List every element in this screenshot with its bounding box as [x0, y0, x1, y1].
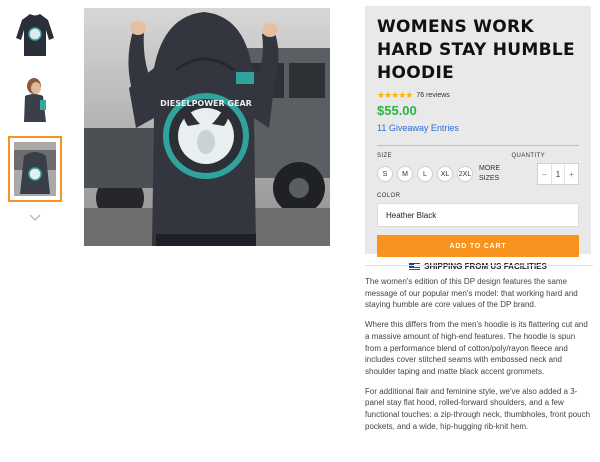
logo-text: DIESELPOWER GEAR	[160, 99, 252, 108]
thumbnail-model-side[interactable]	[10, 72, 60, 126]
divider	[377, 145, 579, 146]
color-select[interactable]: Heather Black	[377, 203, 579, 227]
thumbnail-back-selected[interactable]	[8, 136, 62, 202]
color-label: COLOR	[377, 193, 401, 199]
add-to-cart-button[interactable]: ADD TO CART	[377, 235, 579, 257]
option-labels: SIZE QUANTITY	[377, 153, 579, 159]
star-rating-icon: ★★★★★	[377, 89, 413, 100]
thumbnail-front[interactable]	[10, 8, 60, 62]
quantity-input[interactable]: 1	[551, 164, 565, 184]
review-count[interactable]: 76 reviews	[416, 92, 449, 99]
chevron-down-icon[interactable]	[28, 212, 42, 222]
product-description: The women's edition of this DP design fe…	[365, 265, 593, 440]
quantity-label: QUANTITY	[511, 153, 545, 159]
product-price: $55.00	[377, 103, 417, 118]
description-paragraph: The women's edition of this DP design fe…	[365, 277, 578, 310]
size-option-2xl[interactable]: 2XL	[457, 166, 473, 182]
quantity-stepper: − 1 +	[537, 163, 579, 185]
size-option-m[interactable]: M	[397, 166, 413, 182]
size-option-s[interactable]: S	[377, 166, 393, 182]
giveaway-entries-link[interactable]: 11 Giveaway Entries	[377, 123, 459, 133]
product-purchase-panel: WOMENS WORK HARD STAY HUMBLE HOODIE ★★★★…	[365, 6, 591, 271]
size-label: SIZE	[377, 153, 392, 159]
size-option-l[interactable]: L	[417, 166, 433, 182]
quantity-increase-button[interactable]: +	[565, 164, 578, 184]
description-paragraph: For additional flair and feminine style,…	[365, 386, 591, 431]
quantity-decrease-button[interactable]: −	[538, 164, 551, 184]
product-title: WOMENS WORK HARD STAY HUMBLE HOODIE	[377, 17, 575, 83]
size-option-xl[interactable]: XL	[437, 166, 453, 182]
main-product-image[interactable]: DIESELPOWER GEAR	[84, 8, 330, 246]
rating-row[interactable]: ★★★★★ 76 reviews	[377, 89, 579, 101]
more-sizes-link[interactable]: MORE SIZES	[479, 164, 513, 184]
description-paragraph: Where this differs from the men's hoodie…	[365, 320, 588, 376]
thumbnail-list	[8, 8, 62, 222]
size-selector: S M L XL 2XL MORE SIZES − 1 +	[377, 163, 579, 185]
